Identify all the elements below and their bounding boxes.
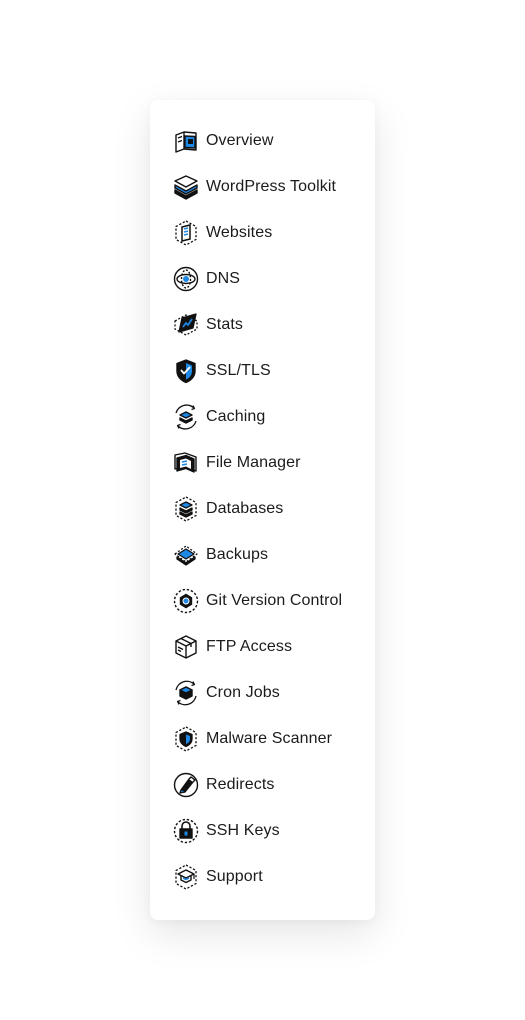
cron-jobs-icon xyxy=(172,679,200,707)
wordpress-toolkit-icon xyxy=(172,173,200,201)
menu-item-overview[interactable]: Overview xyxy=(172,118,367,164)
support-icon xyxy=(172,863,200,891)
ftp-box-icon xyxy=(172,633,200,661)
menu-label-databases: Databases xyxy=(206,500,284,517)
menu-label-ssh-keys: SSH Keys xyxy=(206,822,280,839)
menu-item-malware-scanner[interactable]: Malware Scanner xyxy=(172,716,367,762)
redirects-icon xyxy=(172,771,200,799)
menu-label-ssl-tls: SSL/TLS xyxy=(206,362,271,379)
menu-item-stats[interactable]: Stats xyxy=(172,302,367,348)
menu-item-git-version-control[interactable]: Git Version Control xyxy=(172,578,367,624)
menu-list: Overview WordPress Toolkit Websites DNS … xyxy=(172,118,367,900)
menu-label-backups: Backups xyxy=(206,546,269,563)
menu-item-ssh-keys[interactable]: SSH Keys xyxy=(172,808,367,854)
menu-item-wordpress-toolkit[interactable]: WordPress Toolkit xyxy=(172,164,367,210)
menu-label-file-manager: File Manager xyxy=(206,454,301,471)
malware-scanner-icon xyxy=(172,725,200,753)
menu-label-stats: Stats xyxy=(206,316,243,333)
menu-label-websites: Websites xyxy=(206,224,273,241)
menu-label-dns: DNS xyxy=(206,270,241,287)
menu-item-cron-jobs[interactable]: Cron Jobs xyxy=(172,670,367,716)
backups-icon xyxy=(172,541,200,569)
menu-item-redirects[interactable]: Redirects xyxy=(172,762,367,808)
menu-label-ftp-access: FTP Access xyxy=(206,638,293,655)
navigation-menu: Overview WordPress Toolkit Websites DNS … xyxy=(150,100,375,920)
menu-item-ftp-access[interactable]: FTP Access xyxy=(172,624,367,670)
file-manager-icon xyxy=(172,449,200,477)
menu-label-overview: Overview xyxy=(206,132,274,149)
menu-label-malware-scanner: Malware Scanner xyxy=(206,730,332,747)
menu-item-websites[interactable]: Websites xyxy=(172,210,367,256)
git-icon xyxy=(172,587,200,615)
menu-item-backups[interactable]: Backups xyxy=(172,532,367,578)
menu-label-redirects: Redirects xyxy=(206,776,275,793)
menu-item-file-manager[interactable]: File Manager xyxy=(172,440,367,486)
caching-icon xyxy=(172,403,200,431)
websites-icon xyxy=(172,219,200,247)
dns-icon xyxy=(172,265,200,293)
ssh-key-icon xyxy=(172,817,200,845)
overview-icon xyxy=(172,127,200,155)
menu-label-wordpress-toolkit: WordPress Toolkit xyxy=(206,178,337,195)
menu-item-dns[interactable]: DNS xyxy=(172,256,367,302)
menu-item-support[interactable]: Support xyxy=(172,854,367,900)
menu-item-ssl-tls[interactable]: SSL/TLS xyxy=(172,348,367,394)
menu-label-cron-jobs: Cron Jobs xyxy=(206,684,280,701)
menu-item-caching[interactable]: Caching xyxy=(172,394,367,440)
menu-label-git-version-control: Git Version Control xyxy=(206,592,343,609)
databases-icon xyxy=(172,495,200,523)
stats-icon xyxy=(172,311,200,339)
menu-label-support: Support xyxy=(206,868,263,885)
menu-item-databases[interactable]: Databases xyxy=(172,486,367,532)
menu-label-caching: Caching xyxy=(206,408,266,425)
ssl-shield-icon xyxy=(172,357,200,385)
